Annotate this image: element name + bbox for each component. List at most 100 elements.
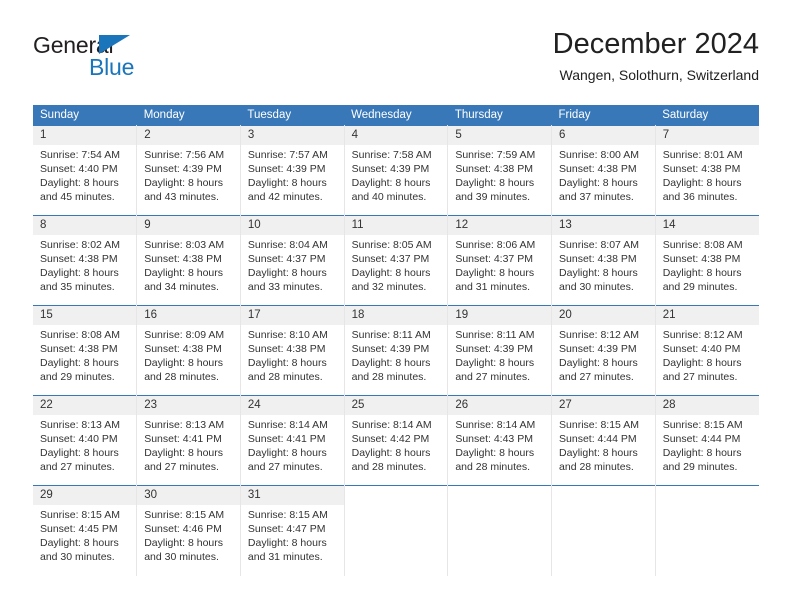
calendar-day-cell[interactable]: 14 Sunrise: 8:08 AM Sunset: 4:38 PM Dayligh… xyxy=(655,215,759,306)
calendar-day-cell[interactable]: 13 Sunrise: 8:07 AM Sunset: 4:38 PM Dayligh… xyxy=(551,215,656,306)
daylight-text-line1: Daylight: 8 hours xyxy=(662,177,742,189)
calendar-day-cell[interactable]: 3 Sunrise: 7:57 AM Sunset: 4:39 PM Daylight… xyxy=(240,125,345,216)
sunset-text: Sunset: 4:43 PM xyxy=(455,433,533,445)
calendar-day-cell[interactable]: 15 Sunrise: 8:08 AM Sunset: 4:38 PM Dayligh… xyxy=(33,305,138,396)
daylight-text-line1: Daylight: 8 hours xyxy=(351,267,431,279)
daylight-text-line2: and 27 minutes. xyxy=(144,461,219,473)
calendar-day-cell[interactable]: 5 Sunrise: 7:59 AM Sunset: 4:38 PM Daylight… xyxy=(447,125,553,216)
day-number: 21 xyxy=(655,306,759,325)
calendar-week-row: 8 Sunrise: 8:02 AM Sunset: 4:38 PM Daylight… xyxy=(33,215,759,306)
day-number xyxy=(344,486,448,505)
calendar-day-cell[interactable]: 10 Sunrise: 8:04 AM Sunset: 4:37 PM Dayligh… xyxy=(240,215,345,306)
day-details: Sunrise: 8:15 AM Sunset: 4:44 PM Daylight:… xyxy=(656,415,759,474)
calendar-day-cell[interactable]: 26 Sunrise: 8:14 AM Sunset: 4:43 PM Dayligh… xyxy=(447,395,553,486)
daylight-text-line1: Daylight: 8 hours xyxy=(351,177,431,189)
calendar-day-cell[interactable]: 18 Sunrise: 8:11 AM Sunset: 4:39 PM Dayligh… xyxy=(344,305,449,396)
daylight-text-line1: Daylight: 8 hours xyxy=(662,357,742,369)
calendar-day-cell[interactable]: 23 Sunrise: 8:13 AM Sunset: 4:41 PM Dayligh… xyxy=(136,395,241,486)
calendar-week-row: 1 Sunrise: 7:54 AM Sunset: 4:40 PM Daylight… xyxy=(33,125,759,216)
calendar-day-cell[interactable]: 12 Sunrise: 8:06 AM Sunset: 4:37 PM Dayligh… xyxy=(447,215,553,306)
calendar-day-cell[interactable]: 19 Sunrise: 8:11 AM Sunset: 4:39 PM Dayligh… xyxy=(447,305,553,396)
calendar-day-cell-empty xyxy=(344,485,449,576)
day-number: 18 xyxy=(344,306,448,325)
day-number: 5 xyxy=(448,126,552,145)
calendar-day-cell[interactable]: 25 Sunrise: 8:14 AM Sunset: 4:42 PM Dayligh… xyxy=(344,395,449,486)
calendar-day-cell[interactable]: 30 Sunrise: 8:15 AM Sunset: 4:46 PM Dayligh… xyxy=(136,485,241,576)
day-number: 13 xyxy=(552,216,655,235)
daylight-text-line1: Daylight: 8 hours xyxy=(247,357,327,369)
daylight-text-line1: Daylight: 8 hours xyxy=(247,267,327,279)
weekday-header-sunday: Sunday xyxy=(33,105,137,126)
day-number: 8 xyxy=(33,216,137,235)
sunrise-text: Sunrise: 8:15 AM xyxy=(662,419,743,431)
calendar-day-cell[interactable]: 24 Sunrise: 8:14 AM Sunset: 4:41 PM Dayligh… xyxy=(240,395,345,486)
day-details: Sunrise: 8:04 AM Sunset: 4:37 PM Daylight:… xyxy=(241,235,344,294)
day-number: 19 xyxy=(448,306,552,325)
calendar-day-cell[interactable]: 31 Sunrise: 8:15 AM Sunset: 4:47 PM Dayligh… xyxy=(240,485,345,576)
sunset-text: Sunset: 4:38 PM xyxy=(144,343,222,355)
sunset-text: Sunset: 4:37 PM xyxy=(247,253,326,265)
sunrise-text: Sunrise: 7:57 AM xyxy=(247,149,328,161)
calendar-week-row: 22 Sunrise: 8:13 AM Sunset: 4:40 PM Dayligh… xyxy=(33,395,759,486)
daylight-text-line2: and 43 minutes. xyxy=(144,191,219,203)
calendar-day-cell[interactable]: 4 Sunrise: 7:58 AM Sunset: 4:39 PM Daylight… xyxy=(344,125,449,216)
day-details: Sunrise: 8:13 AM Sunset: 4:41 PM Daylight:… xyxy=(137,415,240,474)
generalblue-logo[interactable]: General Blue xyxy=(33,32,213,88)
day-number: 28 xyxy=(655,396,759,415)
page-subtitle: Wangen, Solothurn, Switzerland xyxy=(559,67,759,83)
daylight-text-line1: Daylight: 8 hours xyxy=(40,177,119,189)
calendar-day-cell[interactable]: 22 Sunrise: 8:13 AM Sunset: 4:40 PM Dayligh… xyxy=(33,395,138,486)
day-number: 3 xyxy=(240,126,344,145)
calendar-day-cell[interactable]: 29 Sunrise: 8:15 AM Sunset: 4:45 PM Dayligh… xyxy=(33,485,138,576)
sunset-text: Sunset: 4:44 PM xyxy=(559,433,637,445)
logo-text-blue: Blue xyxy=(89,54,135,80)
daylight-text-line1: Daylight: 8 hours xyxy=(247,447,327,459)
calendar-page: General Blue December 2024 Wangen, Solot… xyxy=(0,0,792,612)
daylight-text-line1: Daylight: 8 hours xyxy=(144,357,223,369)
sunrise-text: Sunrise: 8:11 AM xyxy=(351,329,431,341)
page-title: December 2024 xyxy=(552,28,759,60)
calendar-day-cell[interactable]: 20 Sunrise: 8:12 AM Sunset: 4:39 PM Dayligh… xyxy=(551,305,656,396)
calendar-day-cell[interactable]: 17 Sunrise: 8:10 AM Sunset: 4:38 PM Dayligh… xyxy=(240,305,345,396)
calendar-day-cell[interactable]: 11 Sunrise: 8:05 AM Sunset: 4:37 PM Dayligh… xyxy=(344,215,449,306)
day-details: Sunrise: 8:07 AM Sunset: 4:38 PM Daylight:… xyxy=(552,235,655,294)
day-number: 2 xyxy=(137,126,240,145)
daylight-text-line2: and 29 minutes. xyxy=(662,461,738,473)
day-details: Sunrise: 8:10 AM Sunset: 4:38 PM Daylight:… xyxy=(241,325,344,384)
day-details: Sunrise: 8:05 AM Sunset: 4:37 PM Daylight:… xyxy=(345,235,448,294)
day-details: Sunrise: 8:08 AM Sunset: 4:38 PM Daylight:… xyxy=(656,235,759,294)
calendar-day-cell[interactable]: 2 Sunrise: 7:56 AM Sunset: 4:39 PM Daylight… xyxy=(136,125,241,216)
calendar-day-cell[interactable]: 9 Sunrise: 8:03 AM Sunset: 4:38 PM Daylight… xyxy=(136,215,241,306)
calendar-day-cell[interactable]: 8 Sunrise: 8:02 AM Sunset: 4:38 PM Daylight… xyxy=(33,215,138,306)
sunset-text: Sunset: 4:44 PM xyxy=(662,433,741,445)
calendar-day-cell[interactable]: 27 Sunrise: 8:15 AM Sunset: 4:44 PM Dayligh… xyxy=(551,395,656,486)
day-details: Sunrise: 8:01 AM Sunset: 4:38 PM Daylight:… xyxy=(656,145,759,204)
day-number: 15 xyxy=(33,306,137,325)
sunrise-text: Sunrise: 8:15 AM xyxy=(247,509,328,521)
daylight-text-line1: Daylight: 8 hours xyxy=(40,267,119,279)
sunrise-text: Sunrise: 8:08 AM xyxy=(662,239,743,251)
day-details: Sunrise: 8:12 AM Sunset: 4:40 PM Daylight:… xyxy=(656,325,759,384)
day-details: Sunrise: 8:00 AM Sunset: 4:38 PM Daylight:… xyxy=(552,145,655,204)
calendar-day-cell[interactable]: 6 Sunrise: 8:00 AM Sunset: 4:38 PM Daylight… xyxy=(551,125,656,216)
sunrise-text: Sunrise: 8:03 AM xyxy=(144,239,225,251)
calendar-day-cell[interactable]: 28 Sunrise: 8:15 AM Sunset: 4:44 PM Dayligh… xyxy=(655,395,759,486)
daylight-text-line1: Daylight: 8 hours xyxy=(40,537,119,549)
day-number: 9 xyxy=(137,216,240,235)
day-details: Sunrise: 7:57 AM Sunset: 4:39 PM Daylight:… xyxy=(241,145,344,204)
day-number: 25 xyxy=(344,396,448,415)
daylight-text-line2: and 29 minutes. xyxy=(662,281,738,293)
calendar-day-cell[interactable]: 1 Sunrise: 7:54 AM Sunset: 4:40 PM Daylight… xyxy=(33,125,138,216)
day-details: Sunrise: 8:15 AM Sunset: 4:44 PM Daylight:… xyxy=(552,415,655,474)
daylight-text-line1: Daylight: 8 hours xyxy=(455,177,535,189)
calendar-day-cell[interactable]: 16 Sunrise: 8:09 AM Sunset: 4:38 PM Dayligh… xyxy=(136,305,241,396)
sunrise-text: Sunrise: 8:06 AM xyxy=(455,239,536,251)
calendar-day-cell[interactable]: 7 Sunrise: 8:01 AM Sunset: 4:38 PM Daylight… xyxy=(655,125,759,216)
day-details: Sunrise: 8:06 AM Sunset: 4:37 PM Daylight:… xyxy=(448,235,551,294)
daylight-text-line1: Daylight: 8 hours xyxy=(559,447,638,459)
sunrise-text: Sunrise: 8:09 AM xyxy=(144,329,225,341)
page-header: General Blue December 2024 Wangen, Solot… xyxy=(33,26,759,96)
day-details: Sunrise: 8:08 AM Sunset: 4:38 PM Daylight:… xyxy=(33,325,136,384)
sunset-text: Sunset: 4:39 PM xyxy=(247,163,326,175)
calendar-day-cell[interactable]: 21 Sunrise: 8:12 AM Sunset: 4:40 PM Dayligh… xyxy=(655,305,759,396)
